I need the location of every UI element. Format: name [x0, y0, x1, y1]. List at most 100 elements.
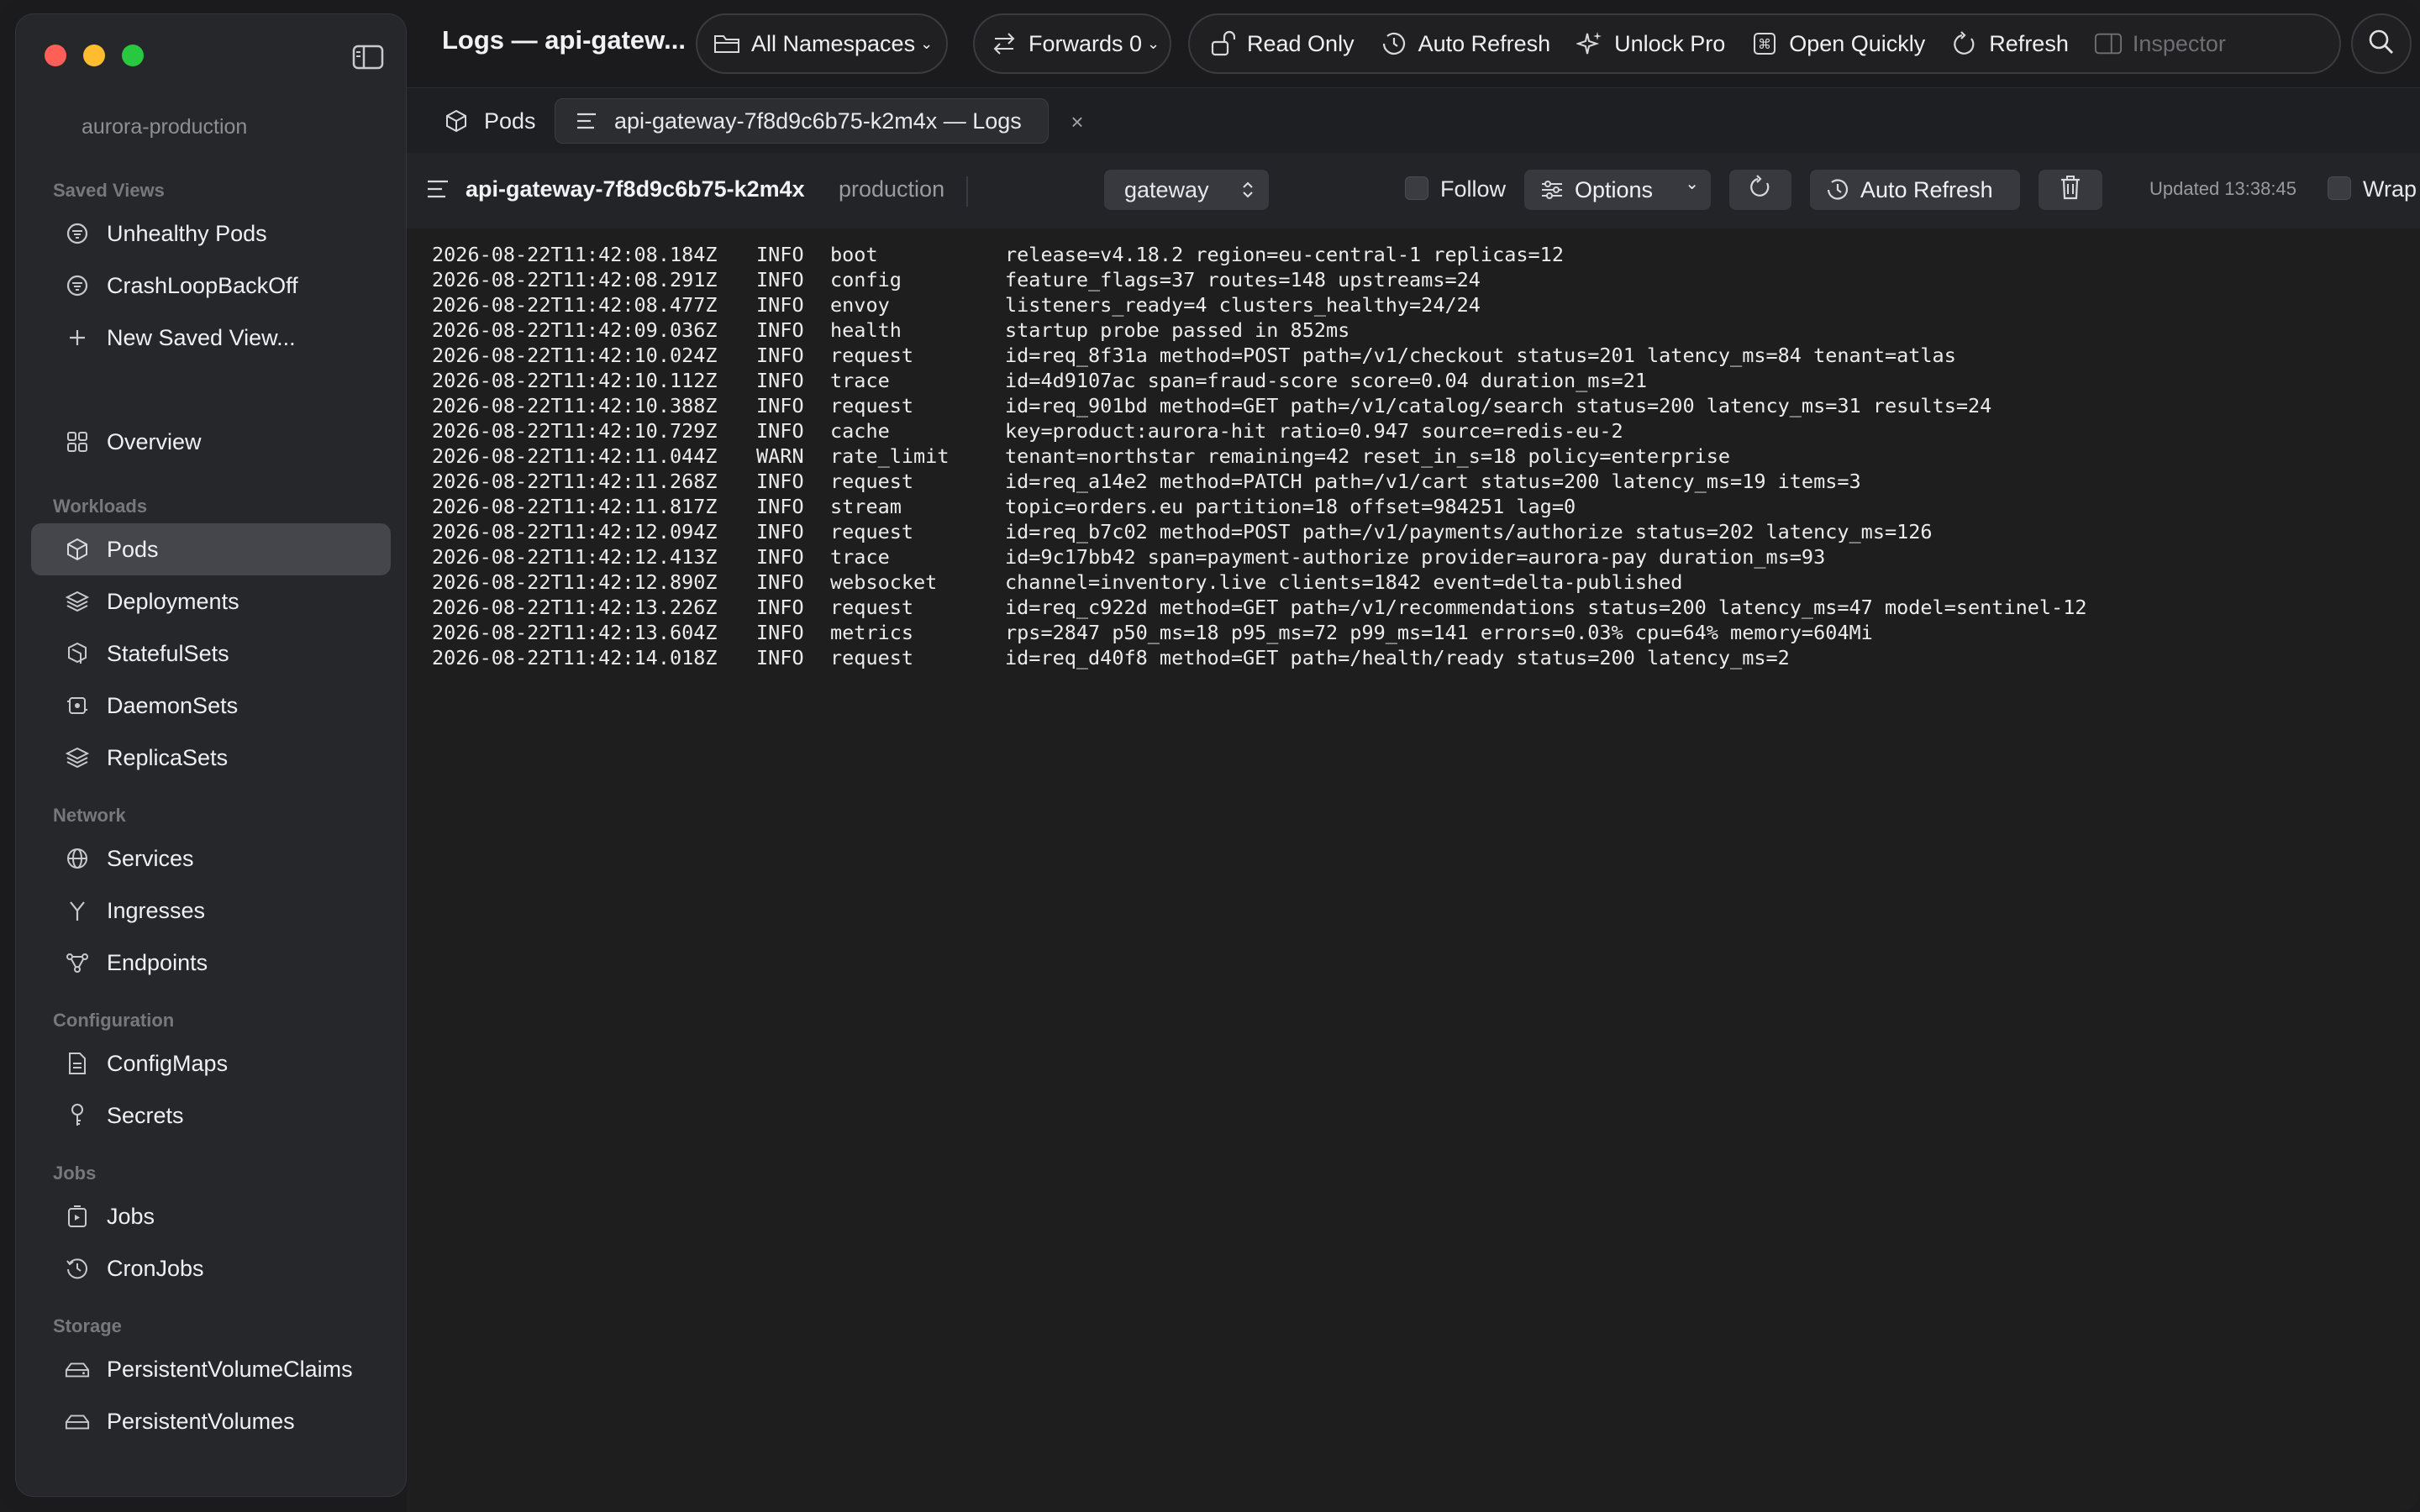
log-line: 2026-08-22T11:42:12.890Z INFO websocket cha…	[407, 570, 2420, 595]
log-timestamp: 2026-08-22T11:42:10.112Z	[432, 369, 718, 392]
sidebar-item-label: Services	[107, 845, 194, 871]
log-message: rps=2847 p50_ms=18 p95_ms=72 p99_ms=141 …	[1005, 621, 1873, 644]
log-line: 2026-08-22T11:42:10.024Z INFO request id=re…	[407, 343, 2420, 368]
log-level: INFO	[756, 344, 804, 367]
sidebar-item-label: Deployments	[107, 588, 239, 614]
log-level: INFO	[756, 470, 804, 493]
zoom-window-button[interactable]	[122, 45, 144, 66]
reload-logs-button[interactable]	[1729, 170, 1791, 210]
options-label: Options	[1575, 176, 1654, 202]
log-timestamp: 2026-08-22T11:42:11.044Z	[432, 444, 718, 468]
log-component: request	[830, 344, 914, 367]
filter-circle-icon	[65, 273, 90, 298]
log-component: request	[830, 596, 914, 619]
sidebar-item-deployments[interactable]: Deployments	[31, 575, 391, 627]
sidebar-item-endpoints[interactable]: Endpoints	[31, 937, 391, 989]
log-line: 2026-08-22T11:42:12.413Z INFO trace id=9c17…	[407, 544, 2420, 570]
log-output[interactable]: 2026-08-22T11:42:08.184Z INFO boot release=…	[407, 228, 2420, 1512]
log-timestamp: 2026-08-22T11:42:11.817Z	[432, 495, 718, 518]
log-component: config	[830, 268, 902, 291]
unlock-pro-button[interactable]: Unlock Pro	[1576, 29, 1725, 58]
log-level: INFO	[756, 293, 804, 317]
close-tab-icon[interactable]: ×	[1060, 105, 1094, 139]
sidebar-item-ingresses[interactable]: Ingresses	[31, 885, 391, 937]
daemon-icon	[65, 693, 90, 718]
close-window-button[interactable]	[45, 45, 66, 66]
job-icon	[65, 1204, 90, 1229]
auto-refresh-logs-button[interactable]: Auto Refresh	[1810, 170, 2020, 210]
divider	[966, 176, 968, 207]
unlock-icon	[1208, 29, 1237, 58]
log-component: request	[830, 470, 914, 493]
sidebar-item-configmaps[interactable]: ConfigMaps	[31, 1037, 391, 1089]
sidebar-item-persistentvolumes[interactable]: PersistentVolumes	[31, 1395, 391, 1447]
log-line: 2026-08-22T11:42:11.268Z INFO request id=re…	[407, 469, 2420, 494]
follow-checkbox[interactable]	[1405, 176, 1428, 200]
sidebar-item-label: ReplicaSets	[107, 744, 229, 770]
log-timestamp: 2026-08-22T11:42:08.184Z	[432, 243, 718, 266]
namespace-picker[interactable]: All Namespaces ⌄	[696, 13, 948, 74]
log-level: INFO	[756, 369, 804, 392]
options-button[interactable]: Options ⌄	[1524, 170, 1711, 210]
section-label-jobs: Jobs	[53, 1163, 97, 1184]
container-select[interactable]: gateway	[1104, 170, 1269, 210]
log-line: 2026-08-22T11:42:13.226Z INFO request id=re…	[407, 595, 2420, 620]
clock-history-icon	[65, 1256, 90, 1281]
sidebar-item-label: Jobs	[107, 1203, 155, 1229]
cluster-context-name[interactable]: aurora-production	[82, 115, 247, 139]
grid-icon	[65, 429, 90, 454]
sidebar-item-cronjobs[interactable]: CronJobs	[31, 1242, 391, 1294]
refresh-toolbar-button[interactable]: Refresh	[1950, 29, 2069, 58]
sidebar-item-services[interactable]: Services	[31, 832, 391, 885]
log-header: api-gateway-7f8d9c6b75-k2m4x production …	[407, 153, 2420, 229]
clear-logs-button[interactable]	[2039, 170, 2102, 210]
inspector-button[interactable]: Inspector	[2094, 29, 2226, 58]
log-line: 2026-08-22T11:42:13.604Z INFO metrics rps=2…	[407, 620, 2420, 645]
sidebar-item-new-saved-view[interactable]: New Saved View...	[31, 312, 391, 364]
log-timestamp: 2026-08-22T11:42:10.388Z	[432, 394, 718, 417]
sidebar-item-daemonsets[interactable]: DaemonSets	[31, 680, 391, 732]
log-level: INFO	[756, 318, 804, 342]
sidebar-toggle-icon[interactable]	[352, 45, 384, 70]
sidebar-item-pods[interactable]: Pods	[31, 523, 391, 575]
log-level: INFO	[756, 495, 804, 518]
open-quickly-label: Open Quickly	[1789, 30, 1926, 56]
log-component: request	[830, 394, 914, 417]
auto-refresh-toolbar-button[interactable]: Auto Refresh	[1380, 29, 1550, 58]
sidebar-item-replicasets[interactable]: ReplicaSets	[31, 732, 391, 784]
timer-icon	[1380, 29, 1408, 58]
wrap-checkbox[interactable]	[2328, 176, 2351, 200]
chevron-down-icon: ⌄	[1685, 175, 1699, 193]
tab-logs[interactable]: api-gateway-7f8d9c6b75-k2m4x — Logs	[555, 98, 1049, 144]
sidebar-item-label: CrashLoopBackOff	[107, 272, 298, 298]
log-message: tenant=northstar remaining=42 reset_in_s…	[1005, 444, 1731, 468]
log-component: trace	[830, 545, 890, 569]
sidebar-item-unhealthy-pods[interactable]: Unhealthy Pods	[31, 207, 391, 260]
sidebar-item-label: Unhealthy Pods	[107, 220, 267, 246]
log-level: INFO	[756, 570, 804, 594]
sidebar-item-crashloopbackoff[interactable]: CrashLoopBackOff	[31, 260, 391, 312]
log-level: INFO	[756, 545, 804, 569]
search-button[interactable]	[2351, 13, 2412, 74]
sidebar-item-secrets[interactable]: Secrets	[31, 1089, 391, 1142]
sidebar-item-persistentvolumeclaims[interactable]: PersistentVolumeClaims	[31, 1343, 391, 1395]
layers-icon	[65, 745, 90, 770]
open-quickly-button[interactable]: ⌘ Open Quickly	[1750, 29, 1925, 58]
globe-icon	[65, 846, 90, 871]
document-icon	[65, 1051, 90, 1076]
log-message: topic=orders.eu partition=18 offset=9842…	[1005, 495, 1576, 518]
log-level: WARN	[756, 444, 804, 468]
log-component: request	[830, 520, 914, 543]
chevron-up-down-icon	[1240, 178, 1255, 207]
command-key-icon: ⌘	[1750, 29, 1779, 58]
sidebar-item-label: PersistentVolumeClaims	[107, 1356, 353, 1382]
read-only-button[interactable]: Read Only	[1208, 29, 1355, 58]
forwards-menu[interactable]: Forwards 0 ⌄	[973, 13, 1171, 74]
minimize-window-button[interactable]	[83, 45, 105, 66]
sidebar-item-statefulsets[interactable]: StatefulSets	[31, 627, 391, 680]
sidebar-item-jobs[interactable]: Jobs	[31, 1190, 391, 1242]
tab-pods[interactable]: Pods	[425, 98, 555, 144]
cube-icon	[65, 537, 90, 562]
sidebar-item-overview[interactable]: Overview	[31, 416, 391, 468]
container-select-value: gateway	[1124, 176, 1209, 202]
